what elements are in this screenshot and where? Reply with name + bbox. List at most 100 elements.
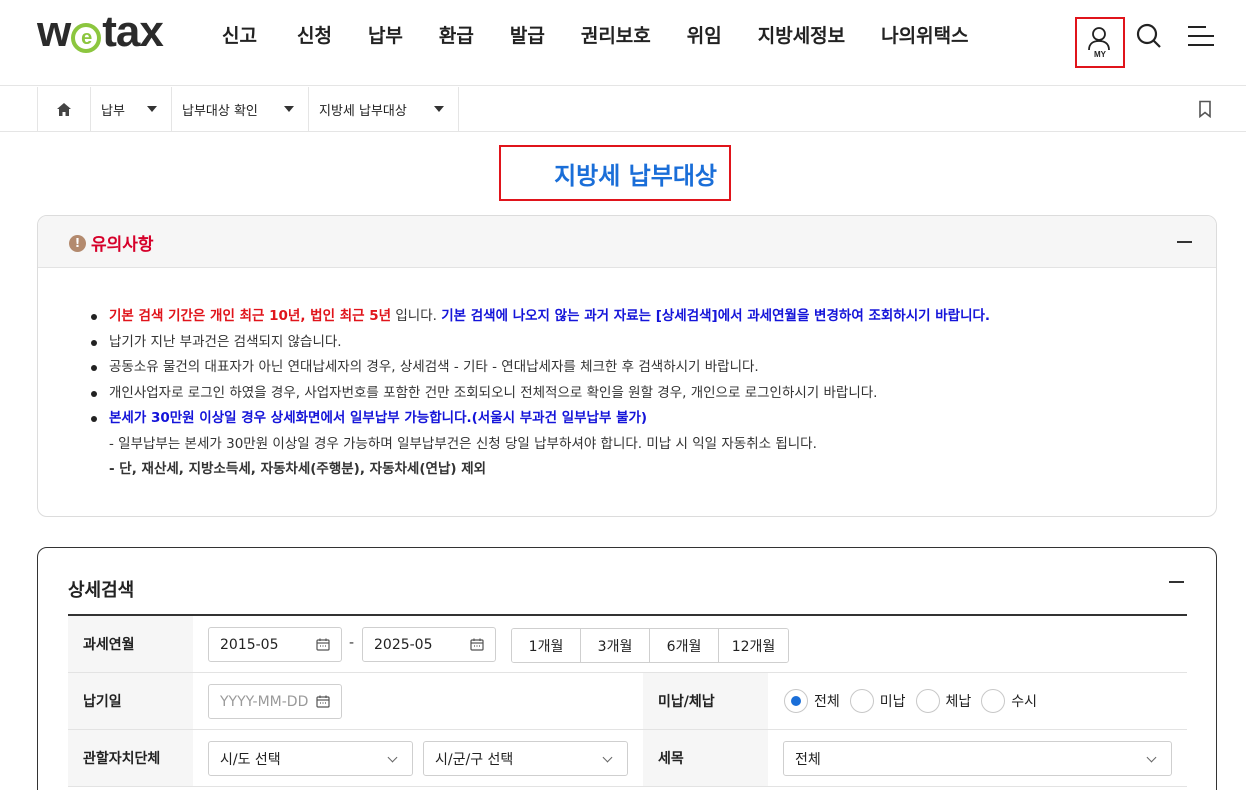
breadcrumb-label: 납부대상 확인 (182, 103, 258, 119)
breadcrumb-home[interactable] (37, 87, 91, 131)
chevron-down-icon (602, 752, 613, 763)
menu-button[interactable] (1186, 24, 1216, 50)
period-to-value: 2025-05 (374, 636, 433, 653)
due-date-placeholder: YYYY-MM-DD (220, 693, 309, 710)
bookmark-icon (1199, 100, 1211, 119)
notice-subitem: - 일부납부는 본세가 30만원 이상일 경우 가능하며 일부납부건은 신청 당… (109, 435, 817, 452)
tax-item-select-value: 전체 (795, 751, 821, 768)
search-button[interactable] (1135, 22, 1163, 50)
status-radio-unpaid[interactable]: 미납 (849, 689, 906, 713)
notice-item: 기본 검색 기간은 개인 최근 10년, 법인 최근 5년 입니다. 기본 검색… (91, 304, 1216, 330)
radio-icon[interactable] (915, 689, 940, 713)
nav-item-report[interactable]: 신고 (204, 22, 275, 50)
exclamation-icon: ! (69, 235, 86, 252)
detail-search-panel: 상세검색 과세연월 2015-05 - 2025-05 1개월 3개월 6개월 … (37, 547, 1217, 790)
notice-text: 입니다. (391, 308, 442, 324)
period-separator: - (349, 635, 355, 651)
chevron-down-icon (387, 752, 398, 763)
radio-icon[interactable] (849, 689, 874, 713)
nav-item-refund[interactable]: 환급 (421, 22, 492, 50)
breadcrumb: 납부 납부대상 확인 지방세 납부대상 (0, 87, 1246, 132)
breadcrumb-local-tax-target[interactable]: 지방세 납부대상 (309, 87, 459, 131)
wetax-logo[interactable]: w e tax (37, 7, 164, 56)
nav-item-local-tax-info[interactable]: 지방세정보 (740, 22, 863, 50)
radio-selected-icon[interactable] (784, 689, 808, 713)
notice-title: 유의사항 (91, 235, 154, 255)
notice-header[interactable]: ! 유의사항 (38, 216, 1216, 268)
notice-subitem: - 단, 재산세, 지방소득세, 자동차세(주행분), 자동차세(연납) 제외 (109, 461, 487, 477)
period-from-input[interactable]: 2015-05 (208, 627, 342, 662)
period-to-input[interactable]: 2025-05 (362, 627, 496, 662)
logo-text-prefix: w (37, 7, 71, 56)
period-6-month-button[interactable]: 6개월 (650, 629, 719, 662)
notice-item: 본세가 30만원 이상일 경우 상세화면에서 일부납부 가능합니다.(서울시 부… (91, 406, 1216, 432)
period-from-value: 2015-05 (220, 636, 279, 653)
notice-item: 개인사업자로 로그인 하였을 경우, 사업자번호를 포함한 건만 조회되오니 전… (91, 381, 1216, 407)
logo-text-suffix: tax (102, 7, 164, 56)
caret-down-icon (284, 106, 294, 112)
radio-label: 체납 (945, 694, 972, 710)
notice-panel: ! 유의사항 기본 검색 기간은 개인 최근 10년, 법인 최근 5년 입니다… (37, 215, 1217, 517)
home-icon (57, 102, 71, 116)
user-icon (1088, 27, 1110, 51)
bookmark-button[interactable] (1197, 100, 1213, 119)
chevron-down-icon (1146, 752, 1157, 763)
sido-select-value: 시/도 선택 (220, 751, 281, 768)
search-row-due: 납기일 YYYY-MM-DD 미납/체납 전체 미납 체납 수시 (68, 673, 1187, 730)
notice-text-red: 기본 검색 기간은 개인 최근 10년, 법인 최근 5년 (109, 308, 392, 324)
logo-e-mark: e (71, 23, 102, 53)
period-12-month-button[interactable]: 12개월 (719, 629, 788, 662)
nav-item-payment[interactable]: 납부 (350, 22, 421, 50)
radio-icon[interactable] (981, 689, 1006, 713)
breadcrumb-payment[interactable]: 납부 (91, 87, 172, 131)
sigungu-select[interactable]: 시/군/구 선택 (423, 741, 628, 776)
main-nav: 신고 신청 납부 환급 발급 권리보호 위임 지방세정보 나의위택스 (204, 22, 987, 50)
status-label: 미납/체납 (643, 673, 768, 729)
tax-item-label: 세목 (643, 730, 768, 786)
nav-item-rights[interactable]: 권리보호 (563, 22, 669, 50)
tax-item-select[interactable]: 전체 (783, 741, 1172, 776)
search-icon (1136, 23, 1161, 48)
search-row-period: 과세연월 2015-05 - 2025-05 1개월 3개월 6개월 12개월 (68, 616, 1187, 673)
collapse-minus-icon[interactable] (1177, 241, 1192, 243)
sigungu-select-value: 시/군/구 선택 (435, 751, 514, 768)
nav-item-apply[interactable]: 신청 (279, 22, 350, 50)
calendar-icon[interactable] (316, 695, 330, 708)
due-date-label: 납기일 (68, 673, 193, 729)
breadcrumb-label: 지방세 납부대상 (319, 103, 407, 119)
menu-icon (1188, 26, 1214, 46)
my-label: MY (1094, 50, 1106, 59)
region-label: 관할자치단체 (68, 730, 193, 786)
nav-item-my-wetax[interactable]: 나의위택스 (863, 22, 986, 50)
detail-search-title: 상세검색 (68, 580, 135, 601)
status-radio-group: 전체 미납 체납 수시 (784, 689, 1047, 713)
due-date-input[interactable]: YYYY-MM-DD (208, 684, 342, 719)
nav-item-issue[interactable]: 발급 (492, 22, 563, 50)
status-radio-occasional[interactable]: 수시 (981, 689, 1037, 713)
collapse-minus-icon[interactable] (1169, 581, 1184, 583)
calendar-icon[interactable] (470, 638, 484, 651)
nav-item-delegation[interactable]: 위임 (669, 22, 740, 50)
my-page-button[interactable]: MY (1075, 17, 1125, 68)
notice-text-blue: 기본 검색에 나오지 않는 과거 자료는 [상세검색]에서 과세연월을 변경하여… (441, 308, 991, 324)
period-label: 과세연월 (68, 616, 193, 672)
period-3-month-button[interactable]: 3개월 (581, 629, 650, 662)
notice-item: 공동소유 물건의 대표자가 아닌 연대납세자의 경우, 상세검색 - 기타 - … (91, 355, 1216, 381)
calendar-icon[interactable] (316, 638, 330, 651)
site-header: w e tax 신고 신청 납부 환급 발급 권리보호 위임 지방세정보 나의위… (0, 0, 1246, 86)
radio-label: 수시 (1011, 694, 1038, 710)
period-1-month-button[interactable]: 1개월 (512, 629, 581, 662)
status-radio-all[interactable]: 전체 (784, 689, 840, 713)
radio-label: 전체 (814, 694, 840, 710)
notice-list: 기본 검색 기간은 개인 최근 10년, 법인 최근 5년 입니다. 기본 검색… (91, 304, 1216, 483)
period-quick-buttons: 1개월 3개월 6개월 12개월 (511, 628, 789, 663)
status-radio-overdue[interactable]: 체납 (915, 689, 972, 713)
breadcrumb-label: 납부 (101, 103, 125, 119)
search-row-region: 관할자치단체 시/도 선택 시/군/구 선택 세목 전체 (68, 730, 1187, 787)
radio-label: 미납 (879, 694, 906, 710)
notice-text-blue: 본세가 30만원 이상일 경우 상세화면에서 일부납부 가능합니다.(서울시 부… (109, 410, 648, 426)
sido-select[interactable]: 시/도 선택 (208, 741, 413, 776)
caret-down-icon (147, 106, 157, 112)
breadcrumb-payment-check[interactable]: 납부대상 확인 (172, 87, 309, 131)
notice-body: 기본 검색 기간은 개인 최근 10년, 법인 최근 5년 입니다. 기본 검색… (38, 268, 1216, 483)
